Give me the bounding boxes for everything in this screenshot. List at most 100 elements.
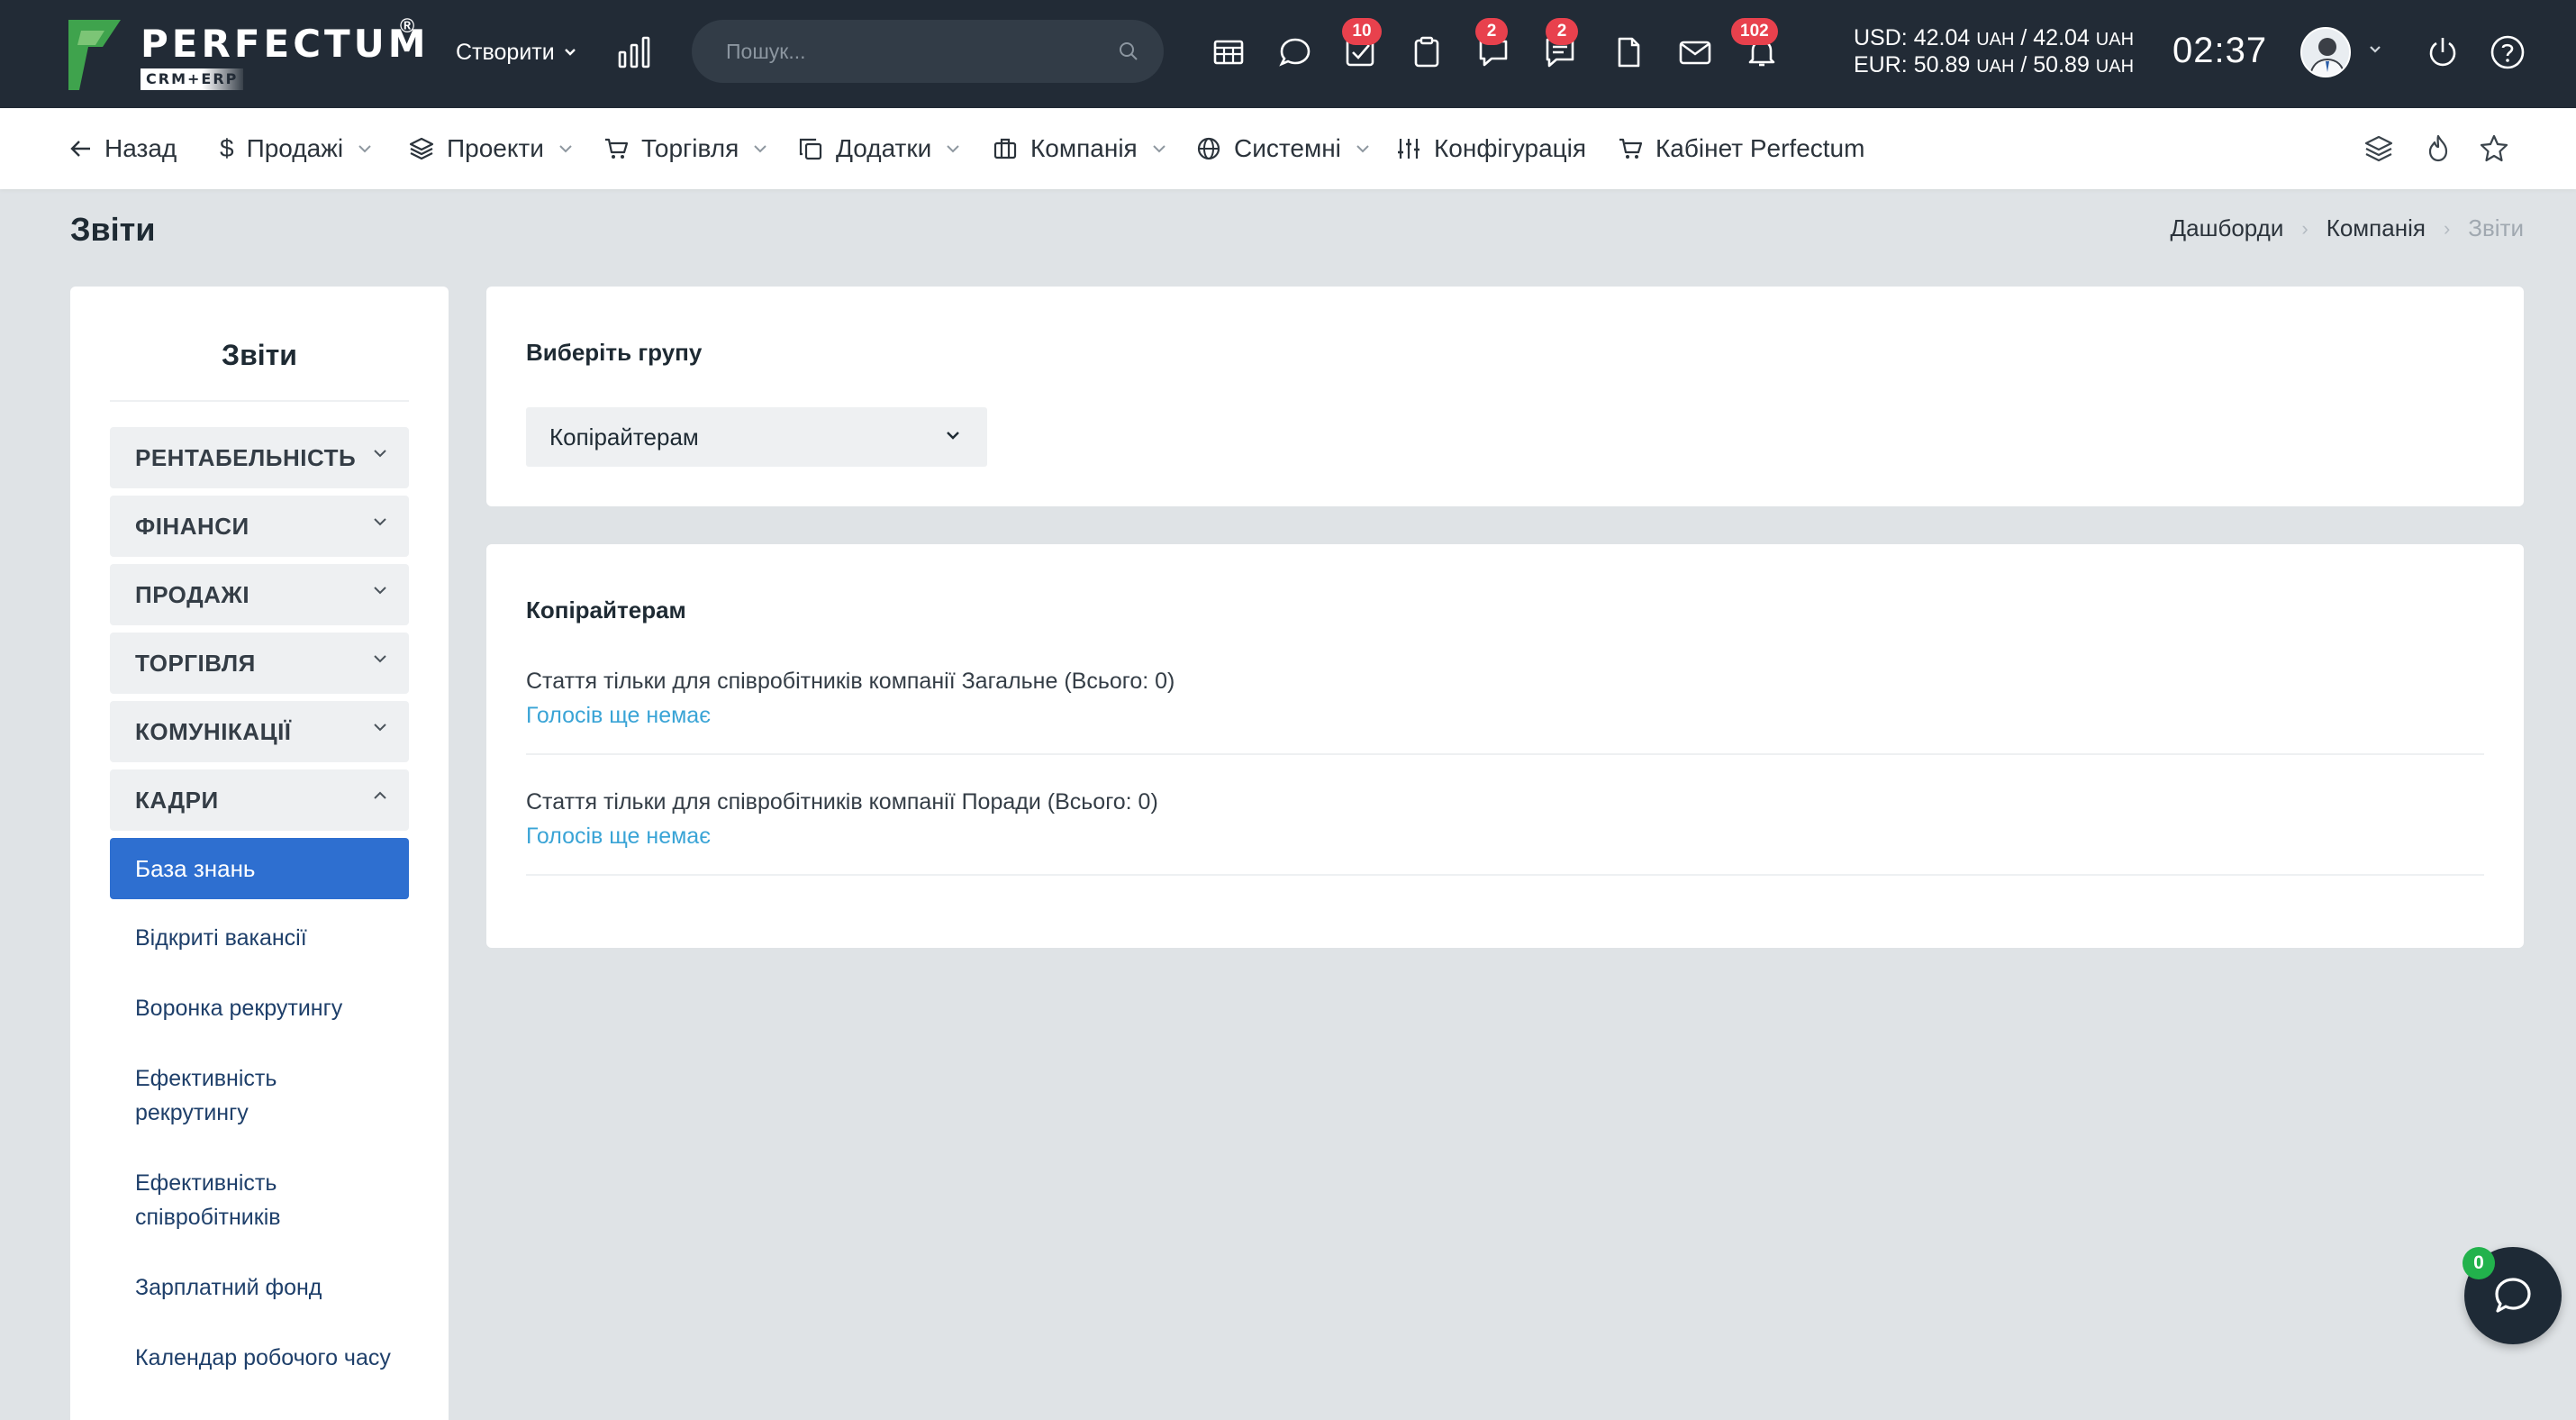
nav-item-projects[interactable]: Проекти (409, 108, 573, 189)
chevron-down-icon (374, 518, 386, 526)
search-icon[interactable] (1119, 41, 1138, 61)
chevron-down-icon (374, 450, 386, 458)
comments-icon[interactable]: 2 (1475, 18, 1515, 74)
page-title: Звіти (70, 211, 156, 248)
eur-label: EUR: (1854, 52, 1908, 77)
chevron-down-icon (564, 49, 576, 56)
nav-item-configuration[interactable]: Конфігурація (1396, 108, 1586, 189)
back-label: Назад (104, 134, 177, 162)
table-icon[interactable] (1211, 34, 1250, 74)
mail-icon[interactable] (1677, 34, 1717, 74)
sidebar-group-trade[interactable]: ТОРГІВЛЯ (110, 633, 409, 694)
bell-icon[interactable]: 102 (1731, 18, 1783, 74)
eur-sell: 50.89 (2033, 52, 2090, 77)
article-votes-link[interactable]: Голосів ще немає (526, 697, 2484, 733)
chevron-down-icon (559, 145, 572, 153)
main-nav: Назад $ Продажі Проекти Торгівля Додатки… (0, 108, 2576, 189)
sidebar-group-label: ТОРГІВЛЯ (135, 649, 256, 677)
sidebar-item-recruiting-efficiency[interactable]: Ефективність рекрутингу (135, 1061, 396, 1130)
briefcase-icon (993, 138, 1017, 159)
logo-text: PERFECTUM (141, 22, 430, 66)
chevron-down-icon[interactable] (2369, 45, 2381, 54)
tasks-icon[interactable]: 10 (1342, 18, 1382, 74)
notifications-badge: 102 (1731, 18, 1778, 45)
sidebar-item-knowledge-base[interactable]: База знань (110, 838, 409, 899)
chat-icon[interactable] (1277, 34, 1317, 74)
tasks-badge: 10 (1342, 18, 1382, 45)
sidebar-group-label: КАДРИ (135, 786, 219, 814)
chevron-right-icon: › (2301, 216, 2308, 240)
usd-buy: 42.04 (1913, 25, 1971, 50)
messages-icon[interactable]: 2 (1542, 18, 1582, 74)
results-title: Копірайтерам (526, 596, 686, 624)
chevron-down-icon (754, 145, 766, 153)
usd-rate: USD: 42.04 UAH / 42.04 UAH (1854, 25, 2135, 50)
sidebar-group-finance[interactable]: ФІНАНСИ (110, 496, 409, 557)
globe-icon (1197, 137, 1220, 160)
nav-item-perfectum-cabinet[interactable]: Кабінет Perfectum (1618, 108, 1864, 189)
nav-item-company[interactable]: Компанія (993, 108, 1166, 189)
back-button[interactable]: Назад (70, 108, 177, 189)
usd-label: USD: (1854, 25, 1908, 50)
sidebar-item-employee-efficiency[interactable]: Ефективність співробітників (135, 1166, 396, 1234)
usd-sell: 42.04 (2033, 25, 2090, 50)
group-select-label: Виберіть групу (526, 339, 703, 366)
layers-icon[interactable] (2362, 132, 2396, 166)
bar-chart-icon[interactable] (618, 36, 650, 68)
breadcrumb-company[interactable]: Компанія (2327, 214, 2426, 242)
chevron-down-icon (374, 587, 386, 595)
nav-item-system[interactable]: Системні (1196, 108, 1370, 189)
reports-sidebar: Звіти РЕНТАБЕЛЬНІСТЬ ФІНАНСИ ПРОДАЖІ ТОР… (70, 287, 449, 1420)
sidebar-group-label: ФІНАНСИ (135, 512, 249, 540)
nav-item-addons[interactable]: Додатки (798, 108, 960, 189)
sidebar-group-hr[interactable]: КАДРИ (110, 769, 409, 831)
sidebar-divider (110, 400, 409, 402)
star-icon[interactable] (2477, 132, 2511, 166)
sidebar-group-profitability[interactable]: РЕНТАБЕЛЬНІСТЬ (110, 427, 409, 488)
divider (526, 874, 2484, 876)
create-button-label: Створити (456, 39, 555, 65)
sidebar-item-recruiting-funnel[interactable]: Воронка рекрутингу (135, 991, 396, 1025)
search-input[interactable] (726, 39, 1104, 64)
group-select[interactable]: Копірайтерам (526, 407, 987, 467)
divider (526, 753, 2484, 755)
currency-label: UAH (2095, 57, 2135, 77)
breadcrumb-dashboards[interactable]: Дашборди (2171, 214, 2284, 242)
arrow-left-icon (70, 141, 90, 157)
article-title: Стаття тільки для співробітників компані… (526, 789, 1158, 815)
search-box (692, 20, 1164, 83)
chevron-down-icon (1356, 145, 1369, 153)
sidebar-item-open-vacancies[interactable]: Відкриті вакансії (135, 921, 396, 955)
help-icon[interactable] (2490, 34, 2526, 70)
cart-icon (1619, 138, 1643, 159)
avatar[interactable] (2300, 27, 2351, 77)
currency-label: UAH (1976, 30, 2015, 50)
messages-badge: 2 (1546, 18, 1578, 45)
list-item: Стаття тільки для співробітників компані… (526, 665, 2484, 755)
fire-icon[interactable] (2421, 132, 2455, 166)
power-icon[interactable] (2425, 34, 2461, 70)
sidebar-group-label: РЕНТАБЕЛЬНІСТЬ (135, 443, 357, 471)
clipboard-icon[interactable] (1409, 34, 1448, 74)
sidebar-group-communications[interactable]: КОМУНІКАЦІЇ (110, 701, 409, 762)
list-item: Стаття тільки для співробітників компані… (526, 786, 2484, 876)
article-votes-link[interactable]: Голосів ще немає (526, 818, 2484, 854)
nav-item-trade[interactable]: Торгівля (603, 108, 767, 189)
sidebar-item-payroll-fund[interactable]: Зарплатний фонд (135, 1270, 396, 1305)
nav-item-label: Системні (1234, 134, 1341, 162)
chat-unread-badge: 0 (2463, 1247, 2495, 1279)
sidebar-group-sales[interactable]: ПРОДАЖІ (110, 564, 409, 625)
logo-tagline: CRM+ERP (141, 68, 244, 90)
nav-item-sales[interactable]: $ Продажі (220, 108, 372, 189)
exchange-rates: USD: 42.04 UAH / 42.04 UAH EUR: 50.89 UA… (1854, 25, 2134, 79)
perfectum-logo[interactable]: PERFECTUM ® CRM+ERP (68, 14, 430, 94)
nav-item-label: Додатки (836, 134, 932, 162)
layers-icon (409, 137, 434, 160)
eur-rate: EUR: 50.89 UAH / 50.89 UAH (1854, 52, 2135, 77)
chevron-up-icon (374, 791, 386, 799)
sidebar-title: Звіти (222, 339, 297, 371)
sidebar-item-work-calendar[interactable]: Календар робочого часу (135, 1341, 396, 1375)
breadcrumb: Дашборди › Компанія › Звіти (2171, 214, 2524, 242)
create-button[interactable]: Створити (456, 34, 576, 70)
document-icon[interactable] (1610, 34, 1650, 74)
